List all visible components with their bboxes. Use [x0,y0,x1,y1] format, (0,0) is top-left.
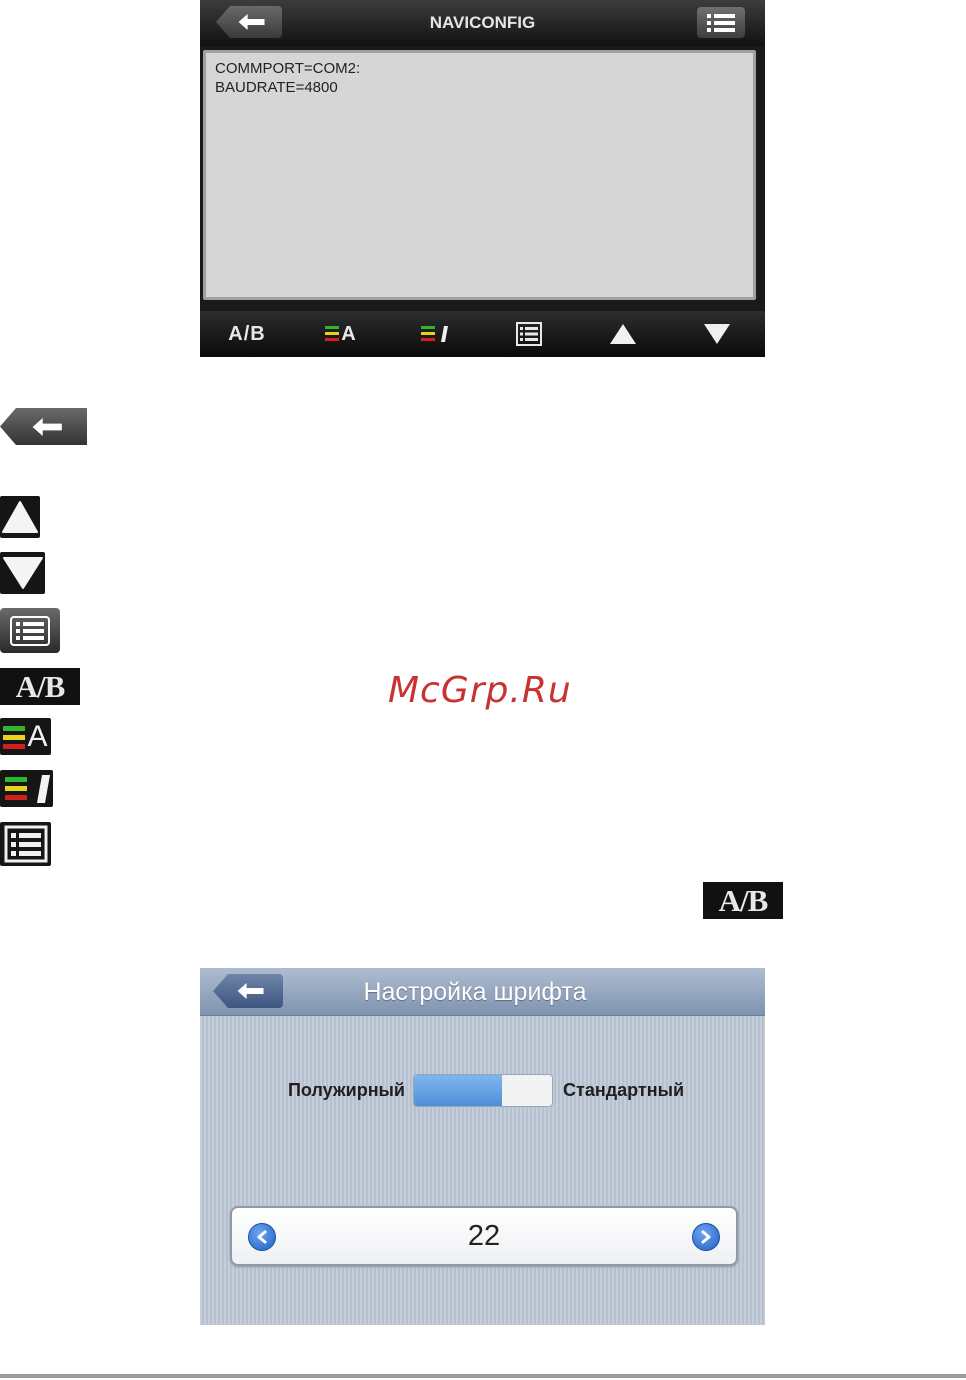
legend-list [0,822,51,866]
arrow-up-icon [2,501,38,533]
legend-menu [0,608,60,653]
font-toggle-icon: A/B [15,668,66,704]
header-bar: NAVICONFIG [200,0,765,46]
font-size-value: 22 [467,1220,501,1252]
list-button[interactable] [482,311,576,357]
font-style-letter: A [341,322,357,345]
menu-icon [10,615,50,646]
config-line: BAUDRATE=4800 [215,79,338,96]
chevron-left-icon [257,1230,267,1244]
font-style-letter: A [27,719,48,753]
font-style-icon [3,725,26,749]
bottom-toolbar: A/B A [200,311,765,357]
font-settings-screen: Настройка шрифта Полужирный Стандартный … [200,968,765,1325]
config-text-area[interactable]: COMMPORT=COM2: BAUDRATE=4800 [203,50,756,300]
italic-style-button[interactable] [388,311,482,357]
inline-font-toggle: A/B [703,882,783,919]
scroll-up-button[interactable] [576,311,670,357]
font-toggle-button[interactable]: A/B [200,311,294,357]
toggle-fill [414,1075,503,1106]
config-line: COMMPORT=COM2: [215,60,361,77]
legend-font-toggle: A/B [0,668,80,705]
back-arrow-icon [237,983,264,999]
watermark: McGrp.Ru [388,670,572,711]
standard-label: Стандартный [563,1080,685,1100]
list-icon [516,322,542,346]
legend-up [0,496,40,538]
font-style-icon [325,326,340,341]
naviconfig-screen: NAVICONFIG COMMPORT=COM2: BAUDRATE=4800 … [200,0,765,357]
back-button[interactable] [216,6,282,38]
increase-button[interactable] [692,1223,720,1251]
font-toggle-icon: A/B [228,322,266,345]
arrow-down-icon [704,324,730,344]
chevron-right-icon [701,1230,711,1244]
italic-style-icon [4,774,50,803]
back-button[interactable] [213,974,283,1008]
header-bar: Настройка шрифта [200,968,765,1016]
menu-button[interactable] [697,7,745,38]
italic-style-icon [421,326,448,342]
menu-icon [707,13,735,32]
arrow-up-icon [610,324,636,344]
font-style-button[interactable]: A [294,311,388,357]
page-title: Настройка шрифта [363,978,587,1006]
arrow-down-icon [2,557,43,589]
legend-italic-style [0,770,53,807]
scroll-down-button[interactable] [670,311,764,357]
page-title: NAVICONFIG [429,13,536,32]
font-size-stepper: 22 [230,1206,738,1266]
legend-back-button [0,408,87,445]
page-divider [0,1374,966,1378]
legend-font-style: A [0,718,51,755]
back-arrow-icon [32,417,62,436]
list-icon [4,825,47,863]
font-toggle-icon: A/B [718,882,769,918]
bold-label: Полужирный [287,1080,405,1100]
decrease-button[interactable] [248,1223,276,1251]
back-arrow-icon [238,14,265,30]
legend-down [0,552,45,594]
font-weight-toggle[interactable] [413,1074,553,1107]
